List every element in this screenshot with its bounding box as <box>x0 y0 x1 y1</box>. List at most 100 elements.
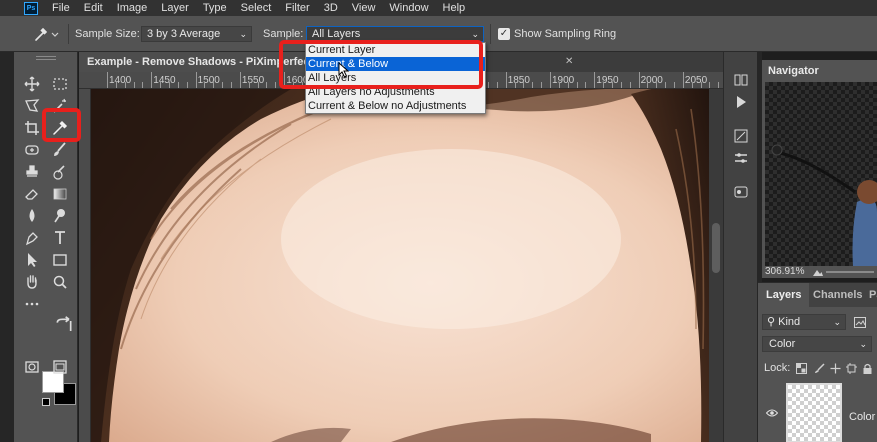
zoom-icon[interactable] <box>50 272 70 292</box>
tab-channels[interactable]: Channels <box>813 283 863 307</box>
ruler-minor-tick <box>674 82 676 88</box>
menu-file[interactable]: File <box>52 2 70 14</box>
menu-edit[interactable]: Edit <box>84 2 103 14</box>
ruler-major-tick <box>195 72 197 88</box>
menu-window[interactable]: Window <box>389 2 428 14</box>
pen-icon[interactable] <box>22 228 42 248</box>
lock-transparent-icon[interactable] <box>796 363 807 374</box>
gradient-icon[interactable] <box>50 184 70 204</box>
image-filter-icon[interactable] <box>854 317 866 328</box>
lock-paint-icon[interactable] <box>814 363 825 374</box>
move-icon[interactable] <box>22 74 42 94</box>
tab-paths[interactable]: Pa <box>869 283 877 307</box>
layers-panel: Layers Channels Pa ⚲ Kind ⌄ Color ⌄ Lock… <box>758 282 877 442</box>
default-colors-icon[interactable] <box>42 398 50 406</box>
navigator-preview[interactable] <box>765 82 877 266</box>
ruler-major-tick <box>638 72 640 88</box>
path-selection-icon[interactable] <box>22 250 42 270</box>
menu-help[interactable]: Help <box>443 2 466 14</box>
tab-layers[interactable]: Layers <box>758 283 810 307</box>
ruler-label: 2000 <box>640 75 663 86</box>
ruler-label: 1450 <box>153 75 176 86</box>
layer-filter-value: Kind <box>778 316 801 328</box>
sample-option-current-and-below-no-adjustments[interactable]: Current & Below no Adjustments <box>306 99 485 113</box>
layer-thumbnail[interactable] <box>786 383 842 442</box>
menu-type[interactable]: Type <box>203 2 227 14</box>
layer-row[interactable]: Color <box>758 379 877 442</box>
lock-position-icon[interactable] <box>830 363 841 374</box>
ruler-minor-tick <box>496 82 498 88</box>
sample-label: Sample: <box>263 28 304 40</box>
layers-panel-tabs: Layers Channels Pa <box>758 283 877 307</box>
layer-name[interactable]: Color <box>849 411 875 423</box>
ruler-minor-tick <box>523 82 525 88</box>
show-sampling-ring-checkbox[interactable]: ✓ <box>498 28 510 40</box>
document-canvas[interactable] <box>91 89 709 442</box>
zoom-out-mountain-icon[interactable] <box>812 267 824 277</box>
blur-icon[interactable] <box>22 206 42 226</box>
properties-icon[interactable] <box>733 150 749 166</box>
vertical-scrollbar[interactable] <box>709 89 723 442</box>
libraries-icon[interactable] <box>733 184 749 200</box>
menu-3d[interactable]: 3D <box>324 2 338 14</box>
scrollbar-thumb[interactable] <box>712 223 720 273</box>
chevron-down-icon: ⌄ <box>859 339 867 349</box>
navigator-title[interactable]: Navigator <box>762 60 825 82</box>
screen-mode-icon[interactable] <box>50 357 70 377</box>
navigator-zoom-slider[interactable] <box>826 271 874 273</box>
brush-icon[interactable] <box>50 140 70 160</box>
options-separator <box>68 24 69 44</box>
crop-icon[interactable] <box>22 118 42 138</box>
ruler-minor-tick <box>647 82 649 88</box>
menu-image[interactable]: Image <box>117 2 148 14</box>
ruler-minor-tick <box>160 82 162 88</box>
history-panel-icon[interactable] <box>733 72 749 88</box>
blend-mode-value: Color <box>769 338 796 350</box>
menu-select[interactable]: Select <box>241 2 272 14</box>
history-brush-icon[interactable] <box>50 162 70 182</box>
ruler-major-tick <box>682 72 684 88</box>
more-tools-icon[interactable] <box>22 294 42 314</box>
play-actions-icon[interactable] <box>733 94 749 110</box>
blend-mode-select[interactable]: Color ⌄ <box>762 336 872 352</box>
menu-view[interactable]: View <box>352 2 376 14</box>
menu-filter[interactable]: Filter <box>285 2 309 14</box>
lock-label: Lock: <box>764 362 791 374</box>
adjustments-icon[interactable] <box>733 128 749 144</box>
filter-search-icon: ⚲ <box>767 316 776 328</box>
ruler-minor-tick <box>576 82 578 88</box>
swap-colors-icon[interactable] <box>54 316 72 331</box>
annotation-highlight-eyedropper <box>42 108 81 142</box>
eraser-icon[interactable] <box>22 184 42 204</box>
tool-preset-picker[interactable] <box>32 25 62 43</box>
close-icon[interactable]: ✕ <box>565 56 573 67</box>
quick-mask-icon[interactable] <box>22 357 42 377</box>
ruler-minor-tick <box>656 82 658 88</box>
photoshop-logo[interactable]: Ps <box>24 1 38 15</box>
ruler-minor-tick <box>558 82 560 88</box>
lasso-icon[interactable] <box>22 96 42 116</box>
document-tab[interactable]: Example - Remove Shadows - PiXimperfect <box>79 52 305 72</box>
marquee-icon[interactable] <box>50 74 70 94</box>
eyedropper-icon <box>35 27 59 41</box>
ruler-minor-tick <box>257 82 259 88</box>
ruler-minor-tick <box>709 82 711 88</box>
sample-size-select[interactable]: 3 by 3 Average ⌄ <box>141 26 252 42</box>
chevron-down-icon: ⌄ <box>239 29 247 39</box>
sample-size-label: Sample Size: <box>75 28 140 40</box>
show-sampling-ring-label[interactable]: Show Sampling Ring <box>514 28 616 40</box>
type-icon[interactable] <box>50 228 70 248</box>
menu-layer[interactable]: Layer <box>161 2 189 14</box>
hand-icon[interactable] <box>22 272 42 292</box>
navigator-zoom-value[interactable]: 306.91% <box>765 266 804 277</box>
lock-artboard-icon[interactable] <box>846 363 857 374</box>
dodge-icon[interactable] <box>50 206 70 226</box>
lock-all-icon[interactable] <box>862 363 873 374</box>
layer-filter-select[interactable]: ⚲ Kind ⌄ <box>762 314 846 330</box>
healing-brush-icon[interactable] <box>22 140 42 160</box>
visibility-eye-icon[interactable] <box>766 409 778 417</box>
rectangle-icon[interactable] <box>50 250 70 270</box>
panel-grip[interactable] <box>36 56 56 60</box>
clone-stamp-icon[interactable] <box>22 162 42 182</box>
ruler-label: 1850 <box>507 75 530 86</box>
